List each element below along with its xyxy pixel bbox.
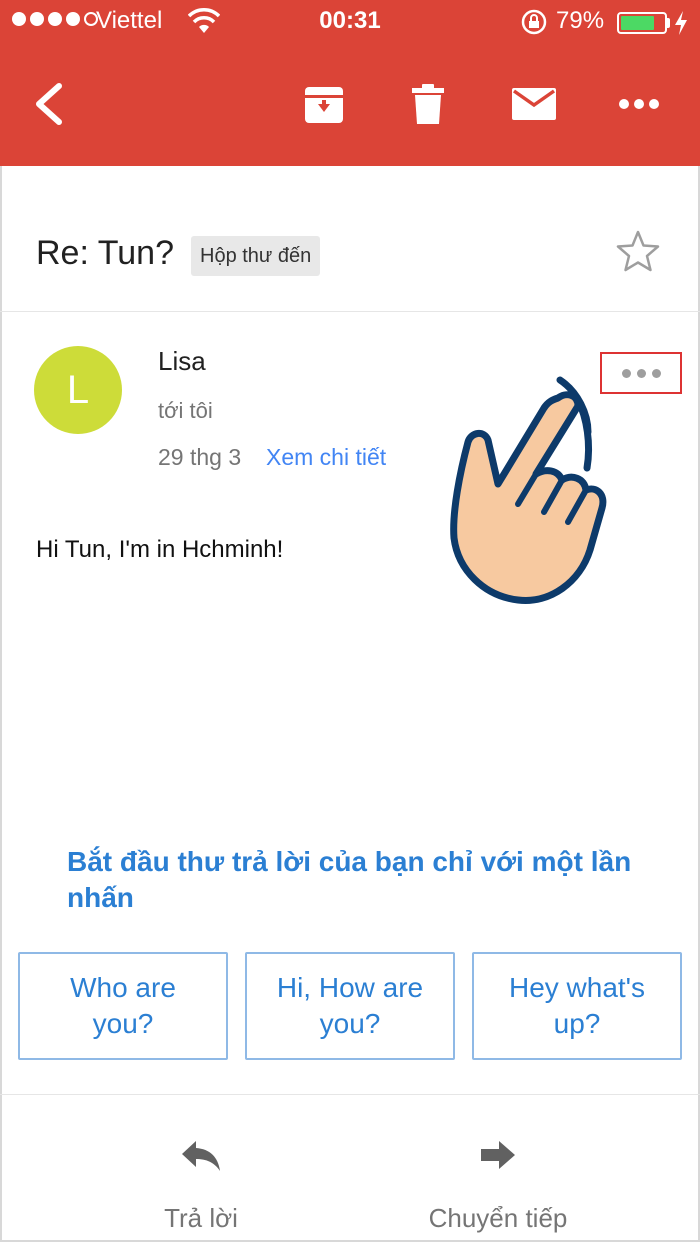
battery-percent: 79% bbox=[556, 7, 605, 34]
reply-button[interactable]: Trả lời bbox=[71, 1095, 331, 1241]
subject-row: Re: Tun? Hộp thư đến bbox=[0, 166, 700, 312]
reply-label: Trả lời bbox=[164, 1203, 238, 1233]
email-subject: Re: Tun? bbox=[36, 234, 174, 272]
tap-hand-icon bbox=[440, 372, 620, 613]
more-dots-icon bbox=[621, 368, 631, 378]
archive-icon[interactable] bbox=[294, 74, 354, 134]
forward-icon bbox=[368, 1139, 628, 1171]
sender-name: Lisa bbox=[158, 346, 206, 376]
view-details-link[interactable]: Xem chi tiết bbox=[266, 444, 386, 471]
forward-button[interactable]: Chuyển tiếp bbox=[368, 1095, 628, 1241]
back-arrow-icon[interactable] bbox=[18, 74, 78, 134]
trash-icon[interactable] bbox=[398, 74, 458, 134]
smart-reply-option-3[interactable]: Hey what's up? bbox=[472, 952, 682, 1060]
status-bar: Viettel 00:31 79% bbox=[0, 0, 700, 44]
forward-label: Chuyển tiếp bbox=[428, 1203, 568, 1233]
smart-reply-title: Bắt đầu thư trả lời của bạn chỉ với một … bbox=[67, 846, 632, 913]
bolt-icon bbox=[674, 10, 688, 43]
more-horizontal-icon[interactable] bbox=[609, 74, 669, 134]
app-header: Viettel 00:31 79% bbox=[0, 0, 700, 166]
avatar[interactable]: L bbox=[34, 346, 122, 434]
star-icon[interactable] bbox=[616, 230, 660, 277]
smart-reply-option-1[interactable]: Who are you? bbox=[18, 952, 228, 1060]
smart-reply-option-2[interactable]: Hi, How are you? bbox=[245, 952, 455, 1060]
reply-icon bbox=[71, 1139, 331, 1173]
inbox-label-chip[interactable]: Hộp thư đến bbox=[191, 236, 321, 276]
email-date: 29 thg 3 bbox=[158, 444, 242, 470]
rotation-lock-icon bbox=[520, 8, 548, 43]
recipient-text: tới tôi bbox=[158, 398, 213, 423]
bottom-action-bar: Trả lời Chuyển tiếp bbox=[0, 1094, 700, 1240]
email-body: Hi Tun, I'm in Hchminh! bbox=[36, 536, 284, 563]
mail-icon[interactable] bbox=[504, 74, 564, 134]
battery-icon bbox=[617, 12, 667, 34]
